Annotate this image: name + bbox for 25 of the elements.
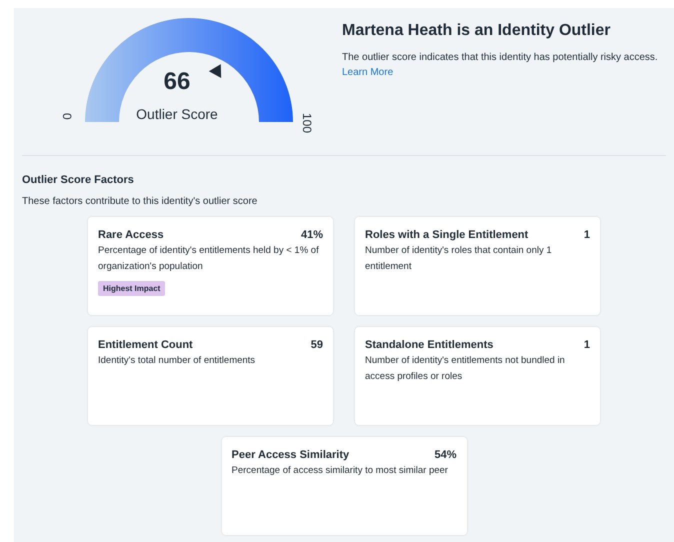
factor-description: Number of identity's roles that contain only 1 entitlement	[365, 244, 553, 274]
factor-value: 59	[310, 339, 323, 351]
outlier-title: Martena Heath is an Identity Outlier	[342, 22, 610, 40]
section-subtitle: These factors contribute to this identity's outlier score	[22, 196, 258, 207]
outlier-description: The outlier score indicates that this identity has potentially risky access.	[342, 51, 658, 65]
factor-description: Percentage of identity's entitlements held by < 1% of organization's population	[98, 244, 320, 274]
factor-description: Number of identity's entitlements not bundled in access profiles or roles	[365, 354, 566, 384]
min-label: 0	[60, 113, 74, 120]
factor-title: Standalone Entitlements	[365, 339, 494, 351]
section-title: Outlier Score Factors	[22, 174, 135, 186]
max-label: 100	[300, 113, 314, 134]
factor-title: Entitlement Count	[98, 339, 193, 351]
impact-badge: Highest Impact	[98, 281, 166, 296]
factor-value: 54%	[434, 449, 456, 461]
factor-value: 1	[584, 229, 590, 241]
score-label: Outlier Score	[135, 106, 219, 122]
factor-description: Percentage of access similarity to most similar peer	[232, 464, 449, 478]
factor-value: 41%	[300, 229, 323, 241]
factor-title: Roles with a Single Entitlement	[365, 229, 528, 241]
score-value: 66	[162, 68, 192, 96]
learn-more-link[interactable]: Learn More	[342, 65, 394, 80]
factor-value: 1	[584, 339, 590, 351]
factor-title: Rare Access	[98, 229, 164, 241]
factor-description: Identity's total number of entitlements	[98, 354, 256, 368]
factor-title: Peer Access Similarity	[232, 449, 350, 461]
